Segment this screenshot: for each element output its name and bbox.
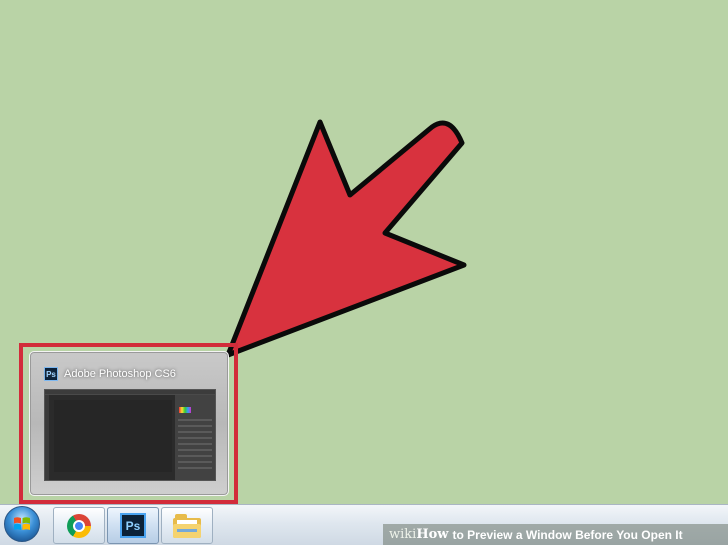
taskbar-chrome-button[interactable] (53, 507, 105, 544)
watermark-wiki: wiki (389, 527, 417, 542)
photoshop-small-icon: Ps (44, 367, 58, 381)
window-preview-thumbnail[interactable]: Ps Adobe Photoshop CS6 (29, 351, 229, 496)
windows-logo-icon (14, 517, 30, 530)
wikihow-watermark: wiki How to Preview a Window Before You … (383, 524, 728, 545)
thumbnail-window-image (44, 389, 216, 481)
photoshop-toolbar (45, 395, 49, 480)
folder-icon (173, 513, 201, 538)
chrome-icon (67, 513, 91, 538)
start-button[interactable] (4, 506, 40, 542)
color-swatch (179, 407, 191, 413)
thumbnail-title: Adobe Photoshop CS6 (64, 368, 176, 380)
taskbar-explorer-button[interactable] (161, 507, 213, 544)
taskbar-photoshop-button[interactable]: Ps (107, 507, 159, 544)
thumbnail-title-bar: Ps Adobe Photoshop CS6 (44, 366, 176, 382)
photoshop-panels (175, 395, 215, 480)
panel-rows (178, 419, 212, 469)
photoshop-icon: Ps (120, 513, 146, 538)
watermark-title: to Preview a Window Before You Open It (452, 527, 683, 542)
watermark-how: How (416, 527, 449, 542)
photoshop-canvas (54, 400, 172, 472)
